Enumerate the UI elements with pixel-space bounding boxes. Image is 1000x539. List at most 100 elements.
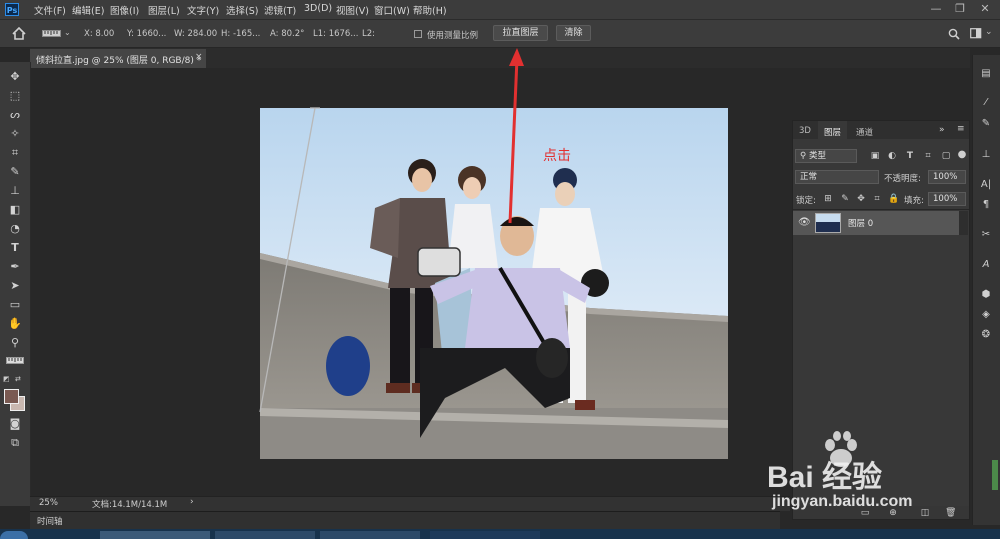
tab-3d[interactable]: 3D — [799, 126, 811, 136]
opacity-input[interactable]: 100% — [928, 170, 966, 184]
filter-toggle-icon[interactable]: ● — [957, 150, 967, 160]
close-icon[interactable]: ✕ — [975, 2, 995, 16]
panel-menu-icon[interactable]: ≡ — [957, 124, 965, 134]
taskbar-item[interactable] — [100, 531, 210, 539]
filter-type-icon[interactable]: T — [905, 151, 915, 161]
clone-source-icon[interactable]: ⊥ — [978, 148, 994, 162]
menu-type[interactable]: 文字(Y) — [187, 3, 219, 17]
taskbar-item[interactable] — [215, 531, 315, 539]
layers-panel-icon[interactable]: ◈ — [978, 308, 994, 322]
tab-layers[interactable]: 图层 — [824, 126, 841, 138]
tool-preset-chevron-icon[interactable]: ⌄ — [64, 28, 71, 37]
menu-filter[interactable]: 滤镜(T) — [264, 3, 296, 17]
workspace-icon[interactable] — [970, 28, 982, 39]
straighten-layer-button[interactable]: 拉直图层 — [493, 25, 548, 41]
menu-image[interactable]: 图像(I) — [110, 3, 139, 17]
h-readout: H: -165... — [221, 29, 261, 39]
timeline-panel — [30, 511, 780, 529]
collapse-panel-icon[interactable]: » — [939, 125, 945, 135]
lock-image-icon[interactable]: ✎ — [840, 194, 850, 204]
l1-readout: L1: 1676... — [313, 29, 359, 39]
lock-all-icon[interactable]: 🔒 — [888, 194, 899, 204]
menu-3d[interactable]: 3D(D) — [304, 3, 332, 14]
layer-visibility-eye-icon[interactable]: 👁 — [798, 217, 811, 228]
tab-close-icon[interactable]: × — [195, 52, 203, 62]
measure-scale-checkbox[interactable] — [414, 30, 422, 38]
dodge-tool-icon[interactable]: ◔ — [6, 222, 24, 236]
menu-select[interactable]: 选择(S) — [226, 3, 258, 17]
w-readout: W: 284.00 — [174, 29, 218, 39]
glyphs-panel-icon[interactable]: A — [978, 258, 994, 272]
history-panel-icon[interactable]: ▤ — [978, 67, 994, 81]
tools-panel-icon[interactable]: ✂ — [978, 228, 994, 242]
stamp-tool-icon[interactable]: ⊥ — [6, 184, 24, 198]
fill-input[interactable]: 100% — [928, 192, 966, 206]
filter-adjustment-icon[interactable]: ◐ — [887, 151, 897, 161]
search-icon[interactable] — [948, 28, 960, 40]
clear-button[interactable]: 清除 — [556, 25, 591, 41]
brush-presets-icon[interactable]: ✎ — [978, 117, 994, 131]
workspace-chevron-icon[interactable]: ⌄ — [985, 27, 993, 37]
layer-filter-select[interactable]: ⚲ 类型 — [795, 149, 857, 163]
baidu-watermark-brand: Bai 经验 — [767, 461, 883, 494]
restore-icon[interactable]: ❐ — [950, 2, 970, 16]
menu-help[interactable]: 帮助(H) — [413, 3, 447, 17]
menu-view[interactable]: 视图(V) — [336, 3, 369, 17]
delete-layer-icon[interactable]: 🗑 — [945, 508, 956, 518]
menu-window[interactable]: 窗口(W) — [374, 3, 410, 17]
filter-shape-icon[interactable]: ⌗ — [923, 151, 933, 161]
lock-artboard-icon[interactable]: ⌗ — [872, 194, 882, 204]
filter-pixel-icon[interactable]: ▣ — [870, 151, 880, 161]
lasso-tool-icon[interactable]: ᔕ — [6, 108, 24, 122]
ruler-tool-icon[interactable] — [42, 30, 62, 38]
foreground-color-swatch[interactable] — [4, 389, 19, 404]
layer-name[interactable]: 图层 0 — [848, 217, 873, 229]
hand-tool-icon[interactable]: ✋ — [6, 317, 24, 331]
tab-channels[interactable]: 通道 — [856, 126, 873, 138]
rectangle-tool-icon[interactable]: ▭ — [6, 298, 24, 312]
eraser-tool-icon[interactable]: ◧ — [6, 203, 24, 217]
document-image[interactable] — [260, 108, 728, 459]
baidu-watermark-url: jingyan.baidu.com — [772, 493, 913, 510]
add-mask-icon[interactable]: ◫ — [920, 508, 930, 518]
side-indicator — [992, 460, 998, 490]
swap-colors-icon[interactable]: ⇄ — [15, 375, 21, 383]
channels-panel-icon[interactable]: ❂ — [978, 328, 994, 342]
start-button-icon[interactable] — [0, 531, 28, 539]
minimize-icon[interactable]: — — [926, 2, 946, 16]
path-select-tool-icon[interactable]: ➤ — [6, 279, 24, 293]
home-icon[interactable] — [12, 27, 26, 40]
ruler-measure-line — [259, 107, 320, 413]
taskbar-item[interactable] — [430, 531, 540, 539]
type-tool-icon[interactable]: T — [6, 241, 24, 255]
lock-label: 锁定: — [796, 196, 816, 206]
layers-scrollbar[interactable] — [959, 211, 968, 235]
pen-tool-icon[interactable]: ✒ — [6, 260, 24, 274]
filter-smart-object-icon[interactable]: ▢ — [941, 151, 951, 161]
paragraph-panel-icon[interactable]: ¶ — [978, 198, 994, 212]
zoom-tool-icon[interactable]: ⚲ — [6, 336, 24, 350]
move-tool-icon[interactable]: ✥ — [6, 70, 24, 84]
character-panel-icon[interactable]: A| — [978, 178, 994, 192]
menu-file[interactable]: 文件(F) — [34, 3, 66, 17]
ruler-tool-active-icon[interactable] — [6, 357, 24, 365]
lock-position-icon[interactable]: ✥ — [856, 194, 866, 204]
zoom-level[interactable]: 25% — [39, 498, 58, 508]
marquee-tool-icon[interactable]: ⬚ — [6, 89, 24, 103]
brush-tool-icon[interactable]: ✎ — [6, 165, 24, 179]
crop-tool-icon[interactable]: ⌗ — [6, 146, 24, 160]
magic-wand-tool-icon[interactable]: ✧ — [6, 127, 24, 141]
brush-settings-icon[interactable]: ⁄ — [978, 96, 994, 110]
3d-panel-icon[interactable]: ⬢ — [978, 288, 994, 302]
taskbar-item[interactable] — [320, 531, 420, 539]
menu-edit[interactable]: 编辑(E) — [72, 3, 104, 17]
annotation-arrow-icon — [508, 48, 524, 224]
timeline-tab[interactable]: 时间轴 — [37, 515, 63, 527]
menu-layer[interactable]: 图层(L) — [148, 3, 180, 17]
quick-mask-icon[interactable]: ◙ — [6, 417, 24, 431]
screen-mode-icon[interactable]: ⧉ — [6, 436, 24, 450]
lock-transparent-icon[interactable]: ⊞ — [823, 194, 833, 204]
status-menu-arrow-icon[interactable]: › — [190, 497, 194, 507]
default-colors-icon[interactable]: ◩ — [3, 375, 10, 383]
blend-mode-select[interactable]: 正常 — [795, 170, 879, 184]
